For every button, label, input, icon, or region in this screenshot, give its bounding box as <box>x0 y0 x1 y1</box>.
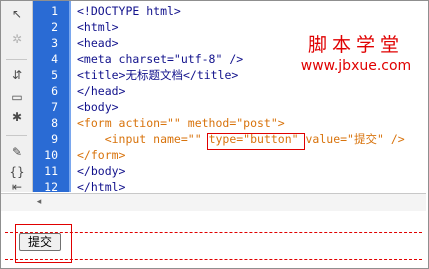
code-area[interactable]: <!DOCTYPE html> <html> <head> <meta char… <box>73 1 425 194</box>
code-line: </head> <box>77 84 126 98</box>
comment-icon[interactable]: ✎ <box>9 144 25 160</box>
code-toolbar: ↖ ✲ ⇵ ▭ ✱ ✎ {} ⇤ <box>1 1 33 193</box>
tree-collapse-icon[interactable]: ⇵ <box>9 67 25 83</box>
code-line-title: <title>无标题文档</title> <box>77 67 238 83</box>
code-line: <!DOCTYPE html> <box>77 4 181 18</box>
line-number: 2 <box>51 20 58 34</box>
line-number: 4 <box>51 52 58 66</box>
braces-icon[interactable]: {} <box>9 164 25 180</box>
title-open-tag: <title> <box>77 68 126 82</box>
watermark-name: 脚本学堂 <box>307 34 404 56</box>
select-icon[interactable]: ✱ <box>9 109 25 125</box>
line-number: 3 <box>51 36 58 50</box>
site-watermark: 脚本学堂 www.jbxue.com <box>292 33 420 75</box>
code-line-form-open: <form action="" method="post"> <box>77 116 285 130</box>
input-value-attr: value=" <box>298 132 354 146</box>
submit-button[interactable]: 提交 <box>19 233 61 251</box>
indent-icon[interactable]: ⇤ <box>9 181 25 193</box>
horizontal-scrollbar[interactable]: ◂ <box>1 193 426 212</box>
input-suffix: " /> <box>376 132 405 146</box>
type-attr-highlight-box <box>207 133 305 150</box>
scroll-left-icon[interactable]: ◂ <box>33 196 45 209</box>
line-number: 6 <box>51 84 58 98</box>
line-number: 10 <box>44 148 58 162</box>
line-number: 7 <box>51 100 58 114</box>
toolbar-divider <box>6 135 27 136</box>
watermark-url: www.jbxue.com <box>300 58 412 74</box>
line-number: 9 <box>51 132 58 146</box>
toolbar-divider <box>6 59 27 60</box>
input-value-text: 提交 <box>353 132 377 146</box>
tree-expand-icon[interactable]: ▭ <box>9 89 25 105</box>
title-text: 无标题文档 <box>125 68 183 82</box>
line-number: 11 <box>44 164 58 178</box>
line-number: 8 <box>51 116 58 130</box>
gear-icon[interactable]: ✲ <box>9 31 25 47</box>
code-line: <body> <box>77 100 119 114</box>
line-number: 1 <box>51 4 58 18</box>
arrow-icon[interactable]: ↖ <box>9 6 25 22</box>
line-number: 5 <box>51 68 58 82</box>
code-line: <head> <box>77 36 119 50</box>
code-line: </body> <box>77 164 126 178</box>
line-number-gutter: 1 2 3 4 5 6 7 8 9 10 11 12 <box>33 1 71 194</box>
input-prefix: <input name="" <box>77 132 209 146</box>
design-view: 提交 <box>1 211 426 266</box>
code-line: <html> <box>77 20 119 34</box>
code-line-form-close: </form> <box>77 148 126 162</box>
title-close-tag: </title> <box>182 68 239 82</box>
code-line: <meta charset="utf-8" /> <box>77 52 244 66</box>
